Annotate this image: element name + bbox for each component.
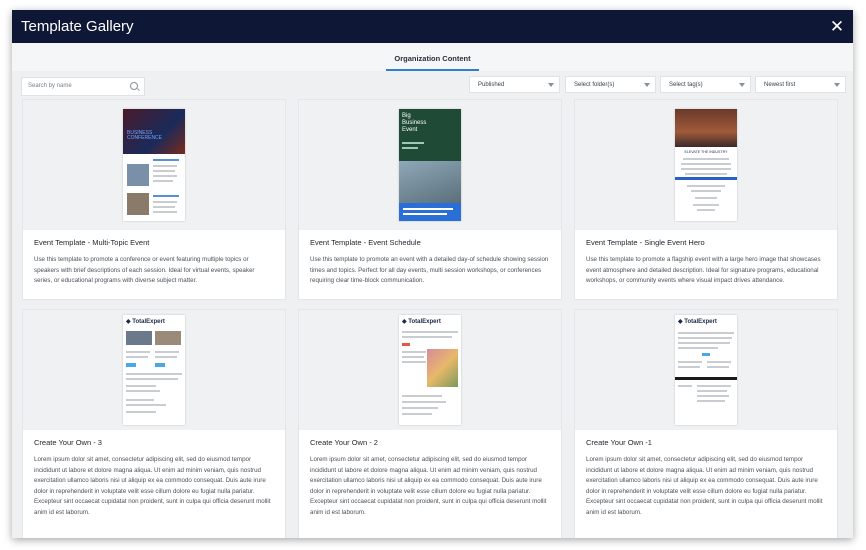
tag-select[interactable]: Select tag(s) <box>660 76 751 93</box>
chevron-down-icon <box>548 82 554 87</box>
card-title: Event Template - Single Event Hero <box>586 238 705 247</box>
card-description: Lorem ipsum dolor sit amet, consectetur … <box>310 456 547 516</box>
template-preview: Business Conference <box>23 100 285 230</box>
card-title: Create Your Own -1 <box>586 438 652 447</box>
folder-select-value: Select folder(s) <box>574 81 615 88</box>
search-placeholder: Search by name <box>28 83 72 89</box>
title-bar: Template Gallery ✕ <box>12 10 853 43</box>
template-card[interactable]: ◆ TotalExpert Create Your Own - 2 Lorem <box>298 309 562 538</box>
template-card[interactable]: ◆ TotalExpert <box>574 309 838 538</box>
card-description: Lorem ipsum dolor sit amet, consectetur … <box>34 456 271 516</box>
card-title: Create Your Own - 3 <box>34 438 102 447</box>
template-gallery-modal: Template Gallery ✕ Organization Content … <box>12 10 853 538</box>
sort-select-value: Newest first <box>764 81 796 88</box>
template-card[interactable]: Big Business Event Event Template - Even… <box>298 99 562 300</box>
tag-select-value: Select tag(s) <box>669 81 703 88</box>
template-preview: ◆ TotalExpert <box>575 310 837 430</box>
template-preview: ◆ TotalExpert <box>23 310 285 430</box>
sort-select[interactable]: Newest first <box>755 76 846 93</box>
filter-bar: Search by name Published Select folder(s… <box>12 71 853 96</box>
card-description: Lorem ipsum dolor sit amet, consectetur … <box>586 456 823 516</box>
preview-image: Big Business Event <box>399 109 461 221</box>
preview-logo: ◆ TotalExpert <box>402 319 441 325</box>
preview-heading: ELEVATE THE INDUSTRY <box>684 150 728 154</box>
template-preview: ELEVATE THE INDUSTRY <box>575 100 837 230</box>
close-icon[interactable]: ✕ <box>829 18 845 35</box>
preview-image: ◆ TotalExpert <box>123 315 185 425</box>
template-preview: ◆ TotalExpert <box>299 310 561 430</box>
template-preview: Big Business Event <box>299 100 561 230</box>
logo-text: TotalExpert <box>684 319 717 325</box>
chevron-down-icon <box>739 82 745 87</box>
card-title: Create Your Own - 2 <box>310 438 378 447</box>
preview-heading: Big Business Event <box>402 113 427 133</box>
template-card[interactable]: ◆ TotalExpert <box>22 309 286 538</box>
preview-image: Business Conference <box>123 109 185 221</box>
chevron-down-icon <box>644 82 650 87</box>
card-title: Event Template - Multi-Topic Event <box>34 238 150 247</box>
card-description: Use this template to promote a flagship … <box>586 256 821 285</box>
search-input[interactable]: Search by name <box>21 76 145 96</box>
preview-image: ◆ TotalExpert <box>399 315 461 425</box>
card-description: Use this template to promote a conferenc… <box>34 256 255 285</box>
status-select[interactable]: Published <box>469 76 560 93</box>
tab-organization-content[interactable]: Organization Content <box>386 54 479 71</box>
preview-heading: Business Conference <box>127 130 163 141</box>
folder-select[interactable]: Select folder(s) <box>565 76 656 93</box>
card-description: Use this template to promote an event wi… <box>310 256 549 285</box>
preview-logo: ◆ TotalExpert <box>678 319 717 325</box>
chevron-down-icon <box>834 82 840 87</box>
preview-logo: ◆ TotalExpert <box>126 319 165 325</box>
logo-text: TotalExpert <box>132 319 165 325</box>
tab-bar: Organization Content <box>12 43 853 71</box>
logo-text: TotalExpert <box>408 319 441 325</box>
search-icon <box>130 82 138 90</box>
status-select-value: Published <box>478 81 505 88</box>
template-card[interactable]: Business Conference Event Template - Mul… <box>22 99 286 300</box>
card-title: Event Template - Event Schedule <box>310 238 421 247</box>
preview-image: ◆ TotalExpert <box>675 315 737 425</box>
modal-title: Template Gallery <box>21 18 134 35</box>
preview-image: ELEVATE THE INDUSTRY <box>675 109 737 221</box>
template-card[interactable]: ELEVATE THE INDUSTRY Event Template - Si… <box>574 99 838 300</box>
